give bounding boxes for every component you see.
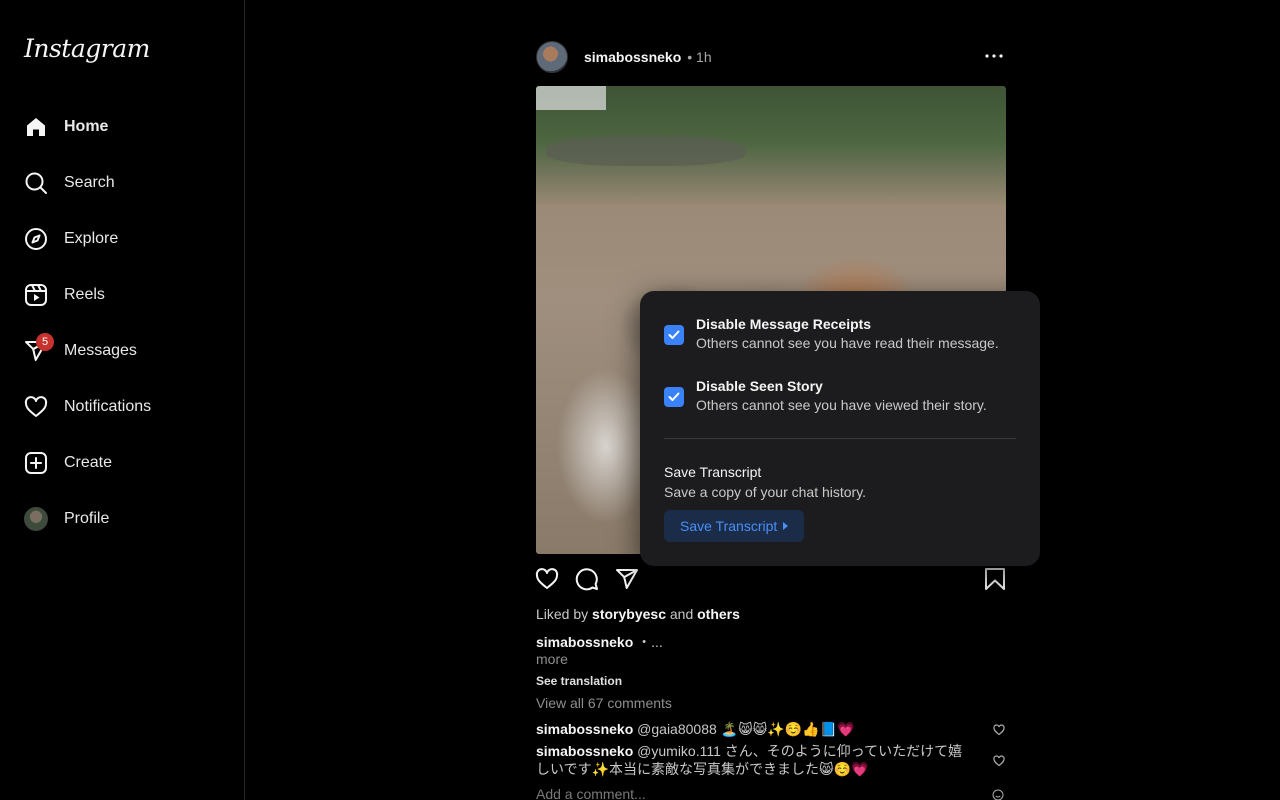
sidebar-nav: Home Search Explore Reels 5 Messages Not… [12,99,234,547]
add-comment-input[interactable]: Add a comment... [536,786,646,800]
option-disable-seen-story[interactable]: Disable Seen Story Others cannot see you… [664,377,987,415]
heart-icon [24,395,48,419]
post-username[interactable]: simabossneko [584,49,681,65]
comment-like-heart-icon[interactable] [993,754,1005,767]
sidebar-item-notifications[interactable]: Notifications [12,379,234,435]
sidebar-item-label: Messages [64,342,137,359]
send-icon: 5 [24,333,54,363]
save-transcript-description: Save a copy of your chat history. [664,484,867,500]
option-title: Disable Seen Story [696,378,823,394]
search-icon [24,171,48,195]
privacy-settings-popup: Disable Message Receipts Others cannot s… [640,291,1040,566]
sidebar-item-label: Profile [64,510,110,527]
sidebar-item-label: Search [64,174,115,191]
sidebar-item-label: Home [64,118,109,135]
checkbox-checked-icon[interactable] [664,387,684,407]
sidebar-item-label: Create [64,454,113,471]
plus-square-icon [24,451,48,475]
comment-username[interactable]: simabossneko [536,721,633,737]
caption-more-link[interactable]: more [536,651,568,667]
messages-badge: 5 [36,333,54,351]
more-options-icon[interactable] [982,46,1006,66]
save-transcript-button[interactable]: Save Transcript [664,510,805,542]
divider [664,438,1016,439]
compass-icon [24,227,48,251]
see-translation-link[interactable]: See translation [536,674,622,688]
sidebar-item-profile[interactable]: Profile [12,491,234,547]
comment-username[interactable]: simabossneko [536,743,633,759]
emoji-icon[interactable] [992,788,1006,800]
sidebar-item-search[interactable]: Search [12,155,234,211]
comment-icon[interactable] [574,566,600,592]
comment-item: simabossneko @gaia80088 🏝️😸😸✨☺️👍📘💗 [536,721,855,737]
sidebar: Instagram Home Search Explore Reels 5 Me… [0,0,245,800]
comment-like-heart-icon[interactable] [993,723,1005,736]
sidebar-item-label: Explore [64,230,119,247]
post-actions [534,566,1008,592]
save-transcript-title: Save Transcript [664,464,762,480]
liked-by-user-link[interactable]: storybyesc [592,606,666,622]
sidebar-item-home[interactable]: Home [12,99,234,155]
view-all-comments-link[interactable]: View all 67 comments [536,695,672,711]
checkbox-checked-icon[interactable] [664,325,684,345]
post-header: simabossneko • 1h [536,40,1006,74]
option-description: Others cannot see you have viewed their … [696,397,987,413]
sidebar-item-create[interactable]: Create [12,435,234,491]
liked-others-link[interactable]: others [697,606,740,622]
sidebar-item-messages[interactable]: 5 Messages [12,323,234,379]
post-caption: simabossneko ・... [536,634,663,650]
caption-username[interactable]: simabossneko [536,634,633,650]
like-heart-icon[interactable] [534,566,560,592]
sidebar-item-label: Notifications [64,398,152,415]
comment-item: simabossneko @yumiko.111 さん、そのように仰っていただけ… [536,743,963,777]
reels-icon [24,283,48,307]
share-send-icon[interactable] [614,566,640,592]
liked-by: Liked by storybyesc and others [536,606,740,622]
option-description: Others cannot see you have read their me… [696,335,999,351]
bookmark-icon[interactable] [982,566,1008,592]
option-disable-message-receipts[interactable]: Disable Message Receipts Others cannot s… [664,315,999,353]
avatar [24,507,48,531]
sidebar-item-label: Reels [64,286,105,303]
sidebar-item-reels[interactable]: Reels [12,267,234,323]
post-time[interactable]: • 1h [687,49,711,65]
option-title: Disable Message Receipts [696,316,872,332]
post-avatar[interactable] [536,41,568,73]
home-icon [24,115,48,139]
instagram-logo[interactable]: Instagram [24,34,150,63]
caret-right-icon [783,522,789,530]
sidebar-item-explore[interactable]: Explore [12,211,234,267]
